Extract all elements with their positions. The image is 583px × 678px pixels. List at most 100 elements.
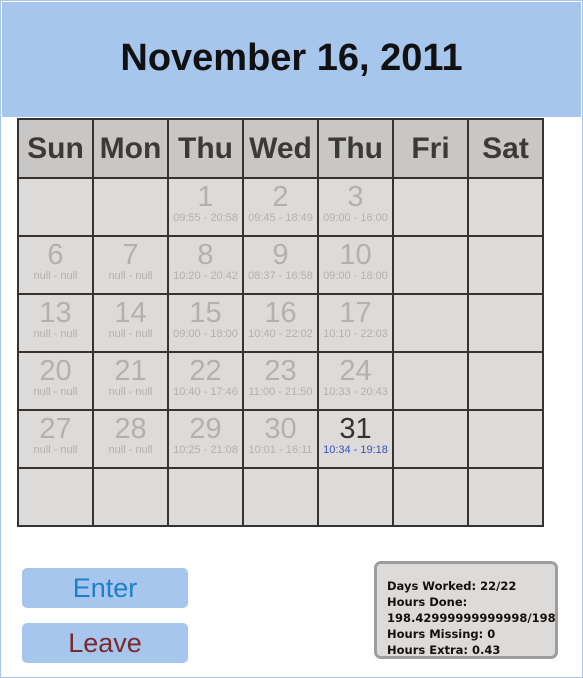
day-hours: 10:40 - 22:02: [248, 328, 313, 340]
day-number: 15: [189, 297, 222, 329]
day-hours: 10:01 - 16:11: [248, 444, 313, 456]
day-number: 31: [339, 413, 372, 445]
calendar-empty-cell: [467, 293, 544, 353]
calendar-day-cell[interactable]: 2 09:45 - 18:49: [242, 177, 319, 237]
day-number: 21: [114, 355, 147, 387]
days-worked-stat: Days Worked: 22/22: [387, 579, 517, 593]
hours-done-label: Hours Done:: [387, 595, 468, 609]
day-number: 13: [39, 297, 72, 329]
calendar-day-cell[interactable]: 16 10:40 - 22:02: [242, 293, 319, 353]
calendar-empty-cell: [467, 177, 544, 237]
day-number: 3: [347, 181, 364, 213]
calendar-day-cell[interactable]: 17 10:10 - 22:03: [317, 293, 394, 353]
calendar-day-cell[interactable]: 14 null - null: [92, 293, 169, 353]
day-number: 22: [189, 355, 222, 387]
day-hours: 09:00 - 18:00: [173, 328, 238, 340]
calendar-week-row: 20 null - null 21 null - null 22 10:40 - 17:4…: [17, 351, 544, 411]
day-hours: 10:34 - 19:18: [323, 444, 388, 456]
calendar-day-cell[interactable]: 1 09:55 - 20:58: [167, 177, 244, 237]
calendar-day-cell[interactable]: 29 10:25 - 21:08: [167, 409, 244, 469]
calendar-day-cell[interactable]: 23 11:00 - 21:50: [242, 351, 319, 411]
calendar-empty-cell: [467, 351, 544, 411]
day-number: 24: [339, 355, 372, 387]
day-hours: null - null: [108, 270, 153, 282]
day-number: 8: [197, 239, 214, 271]
calendar-day-cell[interactable]: 20 null - null: [17, 351, 94, 411]
calendar-empty-cell: [467, 409, 544, 469]
day-number: 29: [189, 413, 222, 445]
calendar-body: 1 09:55 - 20:58 2 09:45 - 18:49 3 09:00 - 16:…: [17, 177, 544, 527]
day-hours: 10:25 - 21:08: [173, 444, 238, 456]
calendar-empty-cell: [392, 409, 469, 469]
calendar-empty-cell: [17, 177, 94, 237]
calendar-empty-cell: [92, 467, 169, 527]
day-number: 1: [197, 181, 214, 213]
day-hours: null - null: [108, 444, 153, 456]
day-hours: null - null: [33, 328, 78, 340]
calendar-day-cell[interactable]: 9 08:37 - 16:58: [242, 235, 319, 295]
calendar-day-cell[interactable]: 10 09:00 - 18:00: [317, 235, 394, 295]
day-hours: null - null: [108, 328, 153, 340]
weekday-header-row: Sun Mon Thu Wed Thu Fri Sat: [17, 118, 544, 179]
calendar-week-row: 1 09:55 - 20:58 2 09:45 - 18:49 3 09:00 - 16:…: [17, 177, 544, 237]
day-number: 14: [114, 297, 147, 329]
calendar-day-cell[interactable]: 27 null - null: [17, 409, 94, 469]
hours-missing-stat: Hours Missing: 0: [387, 627, 496, 641]
calendar-empty-cell: [467, 467, 544, 527]
hours-extra-stat: Hours Extra: 0.43: [387, 643, 501, 657]
page-title: November 16, 2011: [120, 37, 463, 79]
day-number: 28: [114, 413, 147, 445]
weekday-header: Fri: [392, 118, 469, 179]
day-number: 2: [272, 181, 289, 213]
day-hours: 11:00 - 21:50: [248, 386, 313, 398]
weekday-header: Thu: [167, 118, 244, 179]
day-hours: null - null: [33, 386, 78, 398]
day-hours: 10:10 - 22:03: [323, 328, 388, 340]
day-number: 27: [39, 413, 72, 445]
calendar-empty-cell: [392, 235, 469, 295]
calendar-day-cell[interactable]: 28 null - null: [92, 409, 169, 469]
calendar-day-cell[interactable]: 13 null - null: [17, 293, 94, 353]
day-hours: 08:37 - 16:58: [248, 270, 313, 282]
calendar-day-cell[interactable]: 30 10:01 - 16:11: [242, 409, 319, 469]
calendar-week-row: [17, 467, 544, 527]
calendar-empty-cell: [467, 235, 544, 295]
calendar-empty-cell: [392, 351, 469, 411]
calendar-day-cell[interactable]: 7 null - null: [92, 235, 169, 295]
enter-button[interactable]: Enter: [22, 568, 188, 608]
calendar-grid: Sun Mon Thu Wed Thu Fri Sat 1 09:55 - 20:…: [17, 118, 544, 527]
calendar-empty-cell: [167, 467, 244, 527]
calendar-empty-cell: [392, 293, 469, 353]
calendar-day-cell[interactable]: 3 09:00 - 16:00: [317, 177, 394, 237]
day-hours: 10:20 - 20:42: [173, 270, 238, 282]
weekday-header: Wed: [242, 118, 319, 179]
calendar-day-cell[interactable]: 6 null - null: [17, 235, 94, 295]
weekday-header: Sat: [467, 118, 544, 179]
calendar-empty-cell: [242, 467, 319, 527]
day-hours: 10:40 - 17:46: [173, 386, 238, 398]
day-hours: 09:45 - 18:49: [248, 212, 313, 224]
calendar-empty-cell: [92, 177, 169, 237]
hours-done-value: 198.42999999999998/198: [387, 611, 556, 625]
day-number: 7: [122, 239, 139, 271]
calendar-week-row: 27 null - null 28 null - null 29 10:25 - 21:0…: [17, 409, 544, 469]
calendar-empty-cell: [392, 467, 469, 527]
calendar-day-cell[interactable]: 15 09:00 - 18:00: [167, 293, 244, 353]
calendar-day-cell[interactable]: 8 10:20 - 20:42: [167, 235, 244, 295]
day-number: 20: [39, 355, 72, 387]
calendar-day-cell[interactable]: 31 10:34 - 19:18: [317, 409, 394, 469]
weekday-header: Mon: [92, 118, 169, 179]
header-bar: November 16, 2011: [2, 2, 581, 117]
calendar-week-row: 13 null - null 14 null - null 15 09:00 - 18:0…: [17, 293, 544, 353]
day-hours: null - null: [33, 444, 78, 456]
day-number: 30: [264, 413, 297, 445]
calendar-week-row: 6 null - null 7 null - null 8 10:20 - 20:42 9 0…: [17, 235, 544, 295]
calendar-day-cell[interactable]: 21 null - null: [92, 351, 169, 411]
calendar-day-cell[interactable]: 24 10:33 - 20:43: [317, 351, 394, 411]
day-number: 23: [264, 355, 297, 387]
calendar-empty-cell: [317, 467, 394, 527]
day-number: 17: [339, 297, 372, 329]
leave-button[interactable]: Leave: [22, 623, 188, 663]
calendar-empty-cell: [17, 467, 94, 527]
calendar-day-cell[interactable]: 22 10:40 - 17:46: [167, 351, 244, 411]
